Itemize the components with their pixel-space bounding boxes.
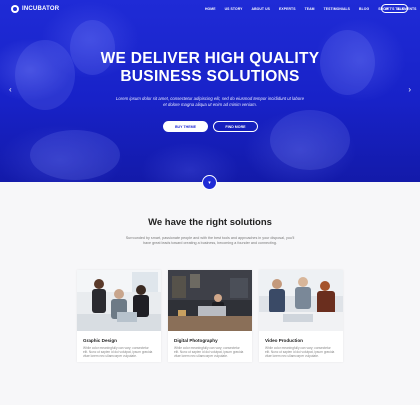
service-card-graphic-design[interactable]: Graphic Design While color meaningfully … [77, 270, 161, 362]
nav-item-home[interactable]: HOME [205, 7, 216, 11]
hero-title-line-2: BUSINESS SOLUTIONS [120, 68, 300, 85]
hero-background-figure [270, 110, 350, 170]
card-title: Graphic Design [83, 338, 117, 343]
brand-name: INCUBATOR [22, 6, 60, 12]
hero-background-figure [30, 130, 120, 180]
card-text-line-3: vitae lorem nec ullamcorper vulputate. [83, 354, 137, 358]
chevron-left-icon[interactable]: ‹ [9, 86, 12, 94]
nav-item-about-us[interactable]: ABOUT US [252, 7, 271, 11]
hero-subtitle-line-1: Lorem ipsum dolor sit amet, consectetur … [116, 96, 304, 101]
card-title: Video Production [265, 338, 303, 343]
hero-section: INCUBATOR HOME US STORY ABOUT US EXPERTS… [0, 0, 420, 182]
scroll-down-button[interactable]: ▾ [202, 175, 217, 190]
chevron-down-icon: ▾ [208, 179, 211, 186]
nav-item-blog[interactable]: BLOG [359, 7, 369, 11]
find-more-button[interactable]: FIND MORE [213, 121, 258, 132]
logo-icon [11, 5, 19, 13]
digital-photography-photo [168, 270, 252, 331]
chevron-right-icon[interactable]: › [408, 86, 411, 94]
card-text-line-3: vitae lorem nec ullamcorper vulputate. [174, 354, 228, 358]
video-production-photo [259, 270, 343, 331]
hero-title-line-1: WE DELIVER HIGH QUALITY [100, 50, 320, 67]
nav-item-team[interactable]: TEAM [305, 7, 315, 11]
solutions-section: We have the right solutions Surrounded b… [0, 182, 420, 405]
hero-subtitle-line-2: et dolore magna aliqua ut enim ad minim … [163, 102, 257, 107]
service-card-video-production[interactable]: Video Production While color meaningfull… [259, 270, 343, 362]
lets-talk-button[interactable]: LET'S TALK [381, 4, 408, 13]
top-navigation-bar: INCUBATOR HOME US STORY ABOUT US EXPERTS… [0, 0, 420, 20]
card-text-line-3: vitae lorem nec ullamcorper vulputate. [265, 354, 319, 358]
section-title: We have the right solutions [148, 217, 272, 228]
service-card-digital-photography[interactable]: Digital Photography While color meaningf… [168, 270, 252, 362]
nav-item-us-story[interactable]: US STORY [225, 7, 243, 11]
buy-theme-button[interactable]: BUY THEME [163, 121, 208, 132]
brand-logo[interactable]: INCUBATOR [11, 5, 59, 13]
nav-item-testimonials[interactable]: TESTIMONIALS [324, 7, 350, 11]
graphic-design-photo [77, 270, 161, 331]
nav-item-experts[interactable]: EXPERTS [279, 7, 296, 11]
section-text-line-2: have great leads toward creating a busin… [143, 241, 277, 245]
card-title: Digital Photography [174, 338, 218, 343]
